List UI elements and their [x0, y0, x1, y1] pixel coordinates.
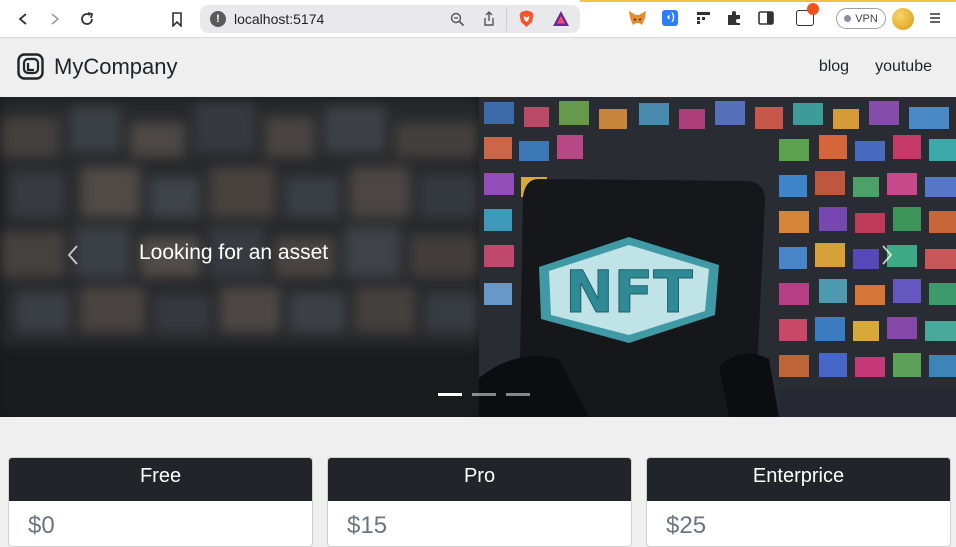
- pricing-section: Free $0 Pro $15 Enterprice $25: [0, 417, 956, 547]
- bookmark-button[interactable]: [166, 8, 188, 30]
- bookmark-icon: [172, 11, 182, 27]
- menu-hamburger-icon[interactable]: [929, 12, 941, 24]
- back-arrow-icon: [18, 13, 27, 25]
- site-navbar: MyCompany blog youtube: [0, 38, 956, 97]
- address-bar[interactable]: ! localhost:5174: [200, 5, 580, 33]
- brave-rewards-icon[interactable]: [552, 10, 570, 27]
- carousel-indicator-3[interactable]: [506, 393, 530, 396]
- urlbar-divider: [506, 7, 507, 31]
- pricing-card-pro: Pro $15: [327, 457, 632, 547]
- address-url: localhost:5174: [234, 11, 325, 27]
- browser-toolbar: ! localhost:5174 ◖) VPN: [0, 0, 956, 38]
- wallet-icon[interactable]: [796, 3, 819, 26]
- carousel-indicators: [438, 393, 530, 396]
- hero-carousel: NFT Looking for an asset: [0, 97, 956, 417]
- toolbar-accent-line: [580, 0, 956, 2]
- forward-button[interactable]: [44, 8, 66, 30]
- vpn-button[interactable]: VPN: [836, 8, 886, 29]
- back-button[interactable]: [12, 8, 34, 30]
- reload-button[interactable]: [76, 8, 98, 30]
- carousel-next-icon[interactable]: [874, 243, 898, 267]
- pricing-card-free: Free $0: [8, 457, 313, 547]
- carousel-indicator-1[interactable]: [438, 393, 462, 396]
- forward-arrow-icon: [51, 13, 60, 25]
- metamask-extension-icon[interactable]: [628, 10, 647, 27]
- company-logo-icon: [17, 53, 44, 80]
- plan-name: Pro: [328, 458, 631, 501]
- profile-avatar[interactable]: [892, 8, 914, 30]
- wallet-extension-icon[interactable]: ◖): [662, 10, 678, 26]
- vpn-label: VPN: [855, 12, 878, 25]
- plan-name: Enterprice: [647, 458, 950, 501]
- site-info-icon[interactable]: !: [210, 11, 226, 27]
- grid-extension-icon[interactable]: [696, 11, 711, 25]
- vpn-status-dot: [844, 15, 852, 22]
- carousel-prev-icon[interactable]: [62, 243, 86, 267]
- extensions-puzzle-icon[interactable]: [726, 10, 742, 26]
- sidebar-toggle-icon[interactable]: [758, 11, 774, 25]
- nav-links: blog youtube: [819, 58, 932, 76]
- pricing-card-enterprise: Enterprice $25: [646, 457, 951, 547]
- brand-name: MyCompany: [54, 53, 178, 79]
- notification-badge: [807, 3, 819, 15]
- share-icon[interactable]: [482, 11, 496, 27]
- nav-link-blog[interactable]: blog: [819, 58, 849, 76]
- svg-text:NFT: NFT: [565, 258, 693, 326]
- brand-link[interactable]: MyCompany: [17, 53, 177, 80]
- brave-shields-icon[interactable]: [518, 10, 535, 28]
- reload-icon: [81, 12, 94, 25]
- carousel-caption: Looking for an asset: [139, 241, 329, 264]
- nav-link-youtube[interactable]: youtube: [875, 58, 932, 76]
- plan-name: Free: [9, 458, 312, 501]
- carousel-indicator-2[interactable]: [472, 393, 496, 396]
- nft-logo-text: NFT: [565, 258, 694, 327]
- zoom-icon[interactable]: [450, 12, 465, 27]
